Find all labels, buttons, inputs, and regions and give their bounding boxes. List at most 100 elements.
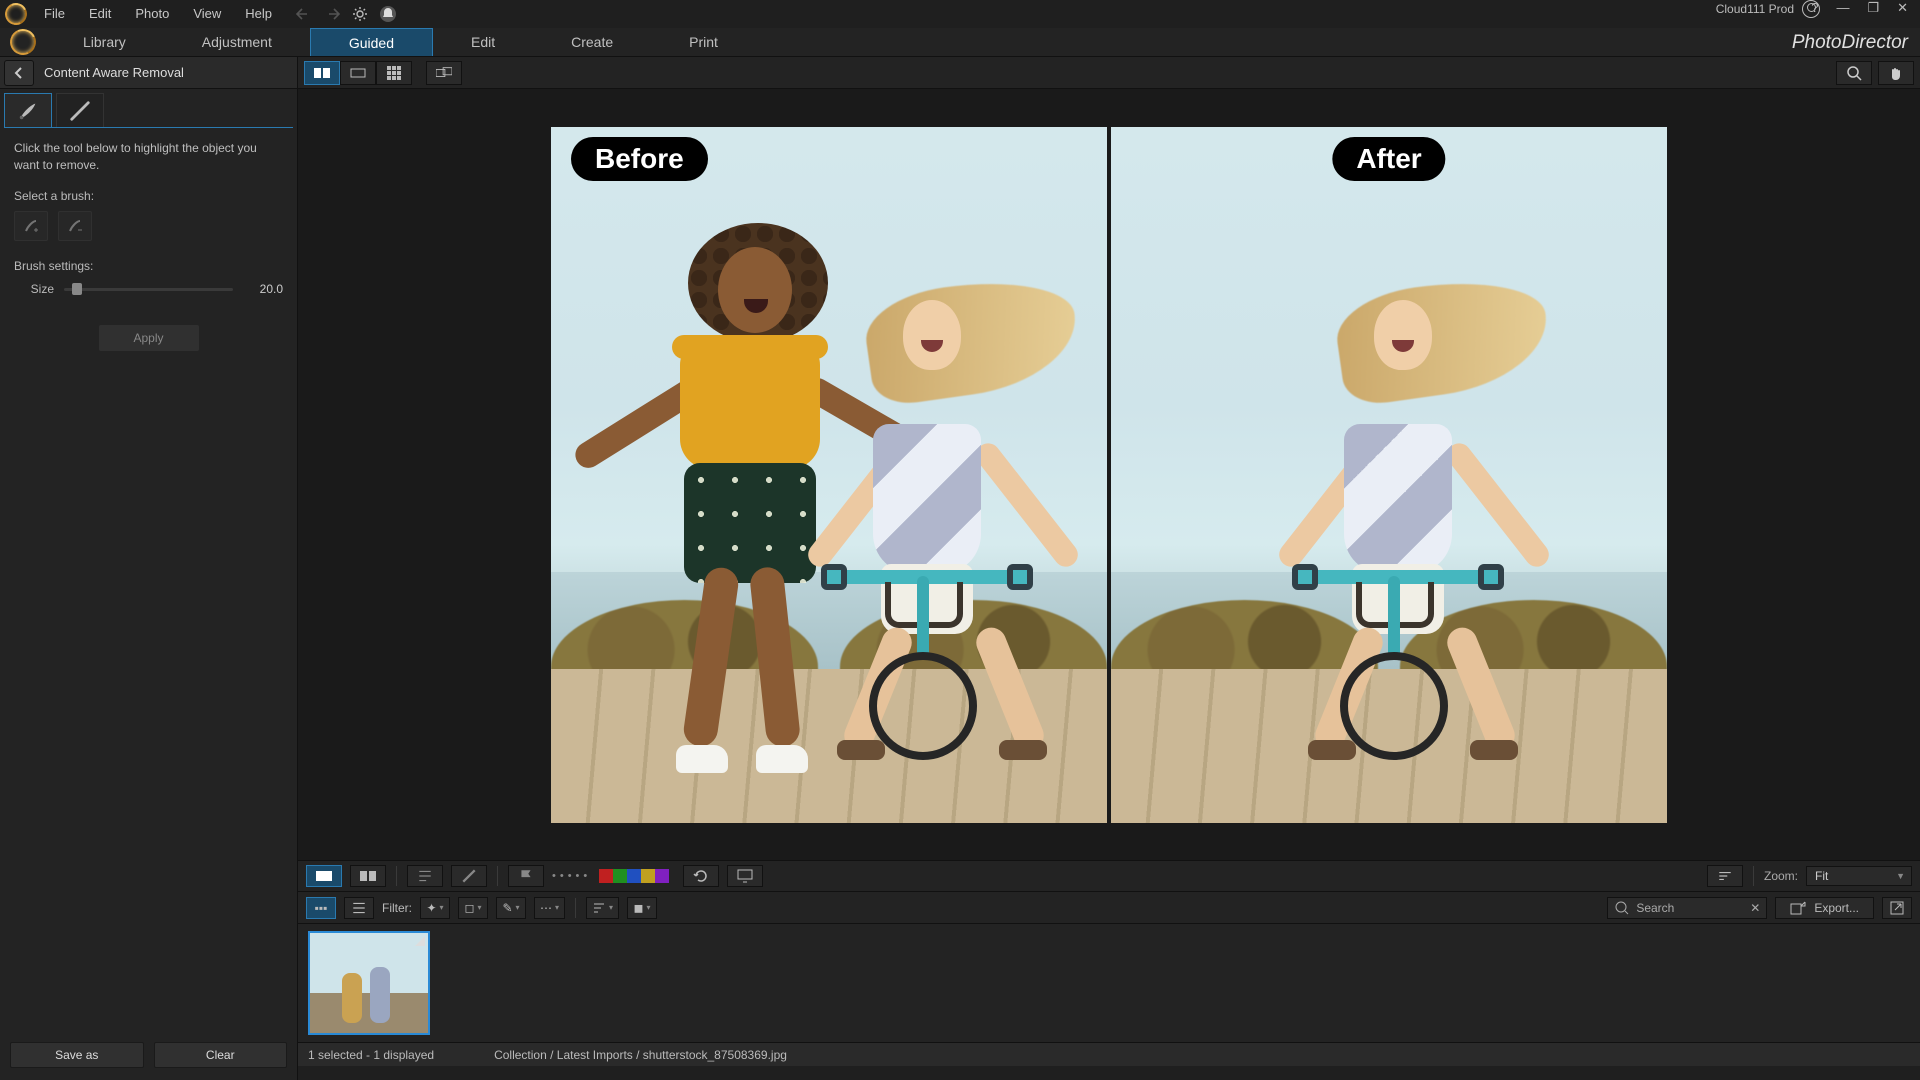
apply-button[interactable]: Apply [99, 325, 199, 351]
tab-library[interactable]: Library [45, 28, 164, 56]
after-pane: After [1111, 127, 1667, 823]
search-input[interactable]: Search ✕ [1607, 897, 1767, 919]
brush-sub[interactable] [58, 211, 92, 241]
bell-icon[interactable] [378, 4, 398, 24]
menu-edit[interactable]: Edit [77, 0, 123, 28]
lt-compareview[interactable] [350, 865, 386, 887]
rotate-icon[interactable] [683, 865, 719, 887]
viewport: Before [298, 89, 1920, 860]
zoom-label: Zoom: [1764, 869, 1798, 883]
monitor-icon[interactable] [727, 865, 763, 887]
filter-label: Filter: [382, 901, 412, 915]
size-value: 20.0 [243, 282, 283, 296]
stack-by[interactable]: ◼▾ [627, 897, 657, 919]
lt-singleview[interactable] [306, 865, 342, 887]
filmstrip [298, 924, 1920, 1042]
module-tabs: Library Adjustment Guided Edit Create Pr… [0, 28, 1920, 57]
undo-icon[interactable] [294, 4, 314, 24]
swatch-blue[interactable] [627, 869, 641, 883]
brush-tab-paint[interactable] [4, 93, 52, 127]
tab-create[interactable]: Create [533, 28, 651, 56]
clear-button[interactable]: Clear [154, 1042, 288, 1068]
close-button[interactable]: ✕ [1893, 0, 1912, 16]
window-controls: ? — ❐ ✕ [1807, 0, 1912, 16]
export-icon [1790, 900, 1806, 916]
swatch-yellow[interactable] [641, 869, 655, 883]
brush-select [14, 211, 283, 241]
before-badge: Before [571, 137, 708, 181]
lower-toolbar: ••••• Zoom: Fit [298, 860, 1920, 892]
thumbnail-selected[interactable] [308, 931, 430, 1035]
sidebar: Content Aware Removal Click the tool bel… [0, 57, 298, 1080]
help-button[interactable]: ? [1807, 0, 1822, 16]
filter-rating[interactable]: ✦▾ [420, 897, 450, 919]
account-name: Cloud111 Prod [1716, 2, 1794, 16]
sort-by[interactable]: ▾ [586, 897, 619, 919]
sidebar-title: Content Aware Removal [38, 65, 184, 80]
redo-icon[interactable] [322, 4, 342, 24]
thumb-list[interactable] [344, 897, 374, 919]
size-label: Size [14, 282, 54, 296]
brush-add[interactable] [14, 211, 48, 241]
view-split[interactable] [340, 61, 376, 85]
zoom-select[interactable]: Fit [1806, 866, 1912, 886]
swatch-red[interactable] [599, 869, 613, 883]
app-name: PhotoDirector [1792, 28, 1908, 57]
app-logo-small [0, 28, 45, 56]
tab-print[interactable]: Print [651, 28, 756, 56]
filter-bar: ▪▪▪ Filter: ✦▾ ◻▾ ✎▾ ⋯▾ ▾ ◼▾ Search ✕ Ex… [298, 892, 1920, 924]
tab-adjustment[interactable]: Adjustment [164, 28, 310, 56]
share-button[interactable] [1882, 897, 1912, 919]
search-placeholder: Search [1636, 901, 1674, 915]
menubar: File Edit Photo View Help Cloud111 Prod … [0, 0, 1920, 28]
lt-brush[interactable] [451, 865, 487, 887]
export-button[interactable]: Export... [1775, 897, 1874, 919]
search-icon [1614, 900, 1630, 916]
back-button[interactable] [4, 60, 34, 86]
lt-align[interactable] [407, 865, 443, 887]
viewbar [298, 57, 1920, 89]
biker-figure-after [1278, 290, 1518, 760]
saveas-button[interactable]: Save as [10, 1042, 144, 1068]
tab-guided[interactable]: Guided [310, 28, 433, 56]
brush-settings-label: Brush settings: [14, 259, 283, 273]
menu-file[interactable]: File [32, 0, 77, 28]
filter-edit[interactable]: ✎▾ [496, 897, 526, 919]
filter-more[interactable]: ⋯▾ [534, 897, 565, 919]
hand-tool-icon[interactable] [1878, 61, 1914, 85]
before-pane: Before [551, 127, 1107, 823]
maximize-button[interactable]: ❐ [1863, 0, 1883, 16]
tab-edit[interactable]: Edit [433, 28, 533, 56]
status-path: Collection / Latest Imports / shuttersto… [494, 1048, 787, 1062]
status-selection: 1 selected - 1 displayed [308, 1048, 434, 1062]
hscrollbar[interactable] [298, 1066, 1920, 1080]
sidebar-instruction: Click the tool below to highlight the ob… [14, 140, 283, 175]
size-row: Size 20.0 [14, 281, 283, 297]
select-brush-label: Select a brush: [14, 189, 283, 203]
brush-tab-line[interactable] [56, 93, 104, 127]
zoom-tool-icon[interactable] [1836, 61, 1872, 85]
account-area[interactable]: Cloud111 Prod [1716, 0, 1820, 18]
swatch-purple[interactable] [655, 869, 669, 883]
color-swatches [599, 869, 669, 883]
view-grid[interactable] [376, 61, 412, 85]
menu-help[interactable]: Help [233, 0, 284, 28]
rating-dots[interactable]: ••••• [552, 870, 591, 882]
size-slider[interactable] [64, 281, 233, 297]
status-bar: 1 selected - 1 displayed Collection / La… [298, 1042, 1920, 1066]
clear-search-icon[interactable]: ✕ [1750, 901, 1760, 915]
sidebar-header: Content Aware Removal [0, 57, 297, 89]
minimize-button[interactable]: — [1832, 0, 1853, 16]
gear-icon[interactable] [350, 4, 370, 24]
app-logo [0, 0, 32, 28]
menu-view[interactable]: View [181, 0, 233, 28]
swatch-green[interactable] [613, 869, 627, 883]
sort-icon[interactable] [1707, 865, 1743, 887]
view-secondary[interactable] [426, 61, 462, 85]
menu-photo[interactable]: Photo [123, 0, 181, 28]
thumb-size-small[interactable]: ▪▪▪ [306, 897, 336, 919]
filter-label-sel[interactable]: ◻▾ [458, 897, 488, 919]
view-single[interactable] [304, 61, 340, 85]
flag-icon[interactable] [508, 865, 544, 887]
biker-figure [807, 290, 1047, 760]
